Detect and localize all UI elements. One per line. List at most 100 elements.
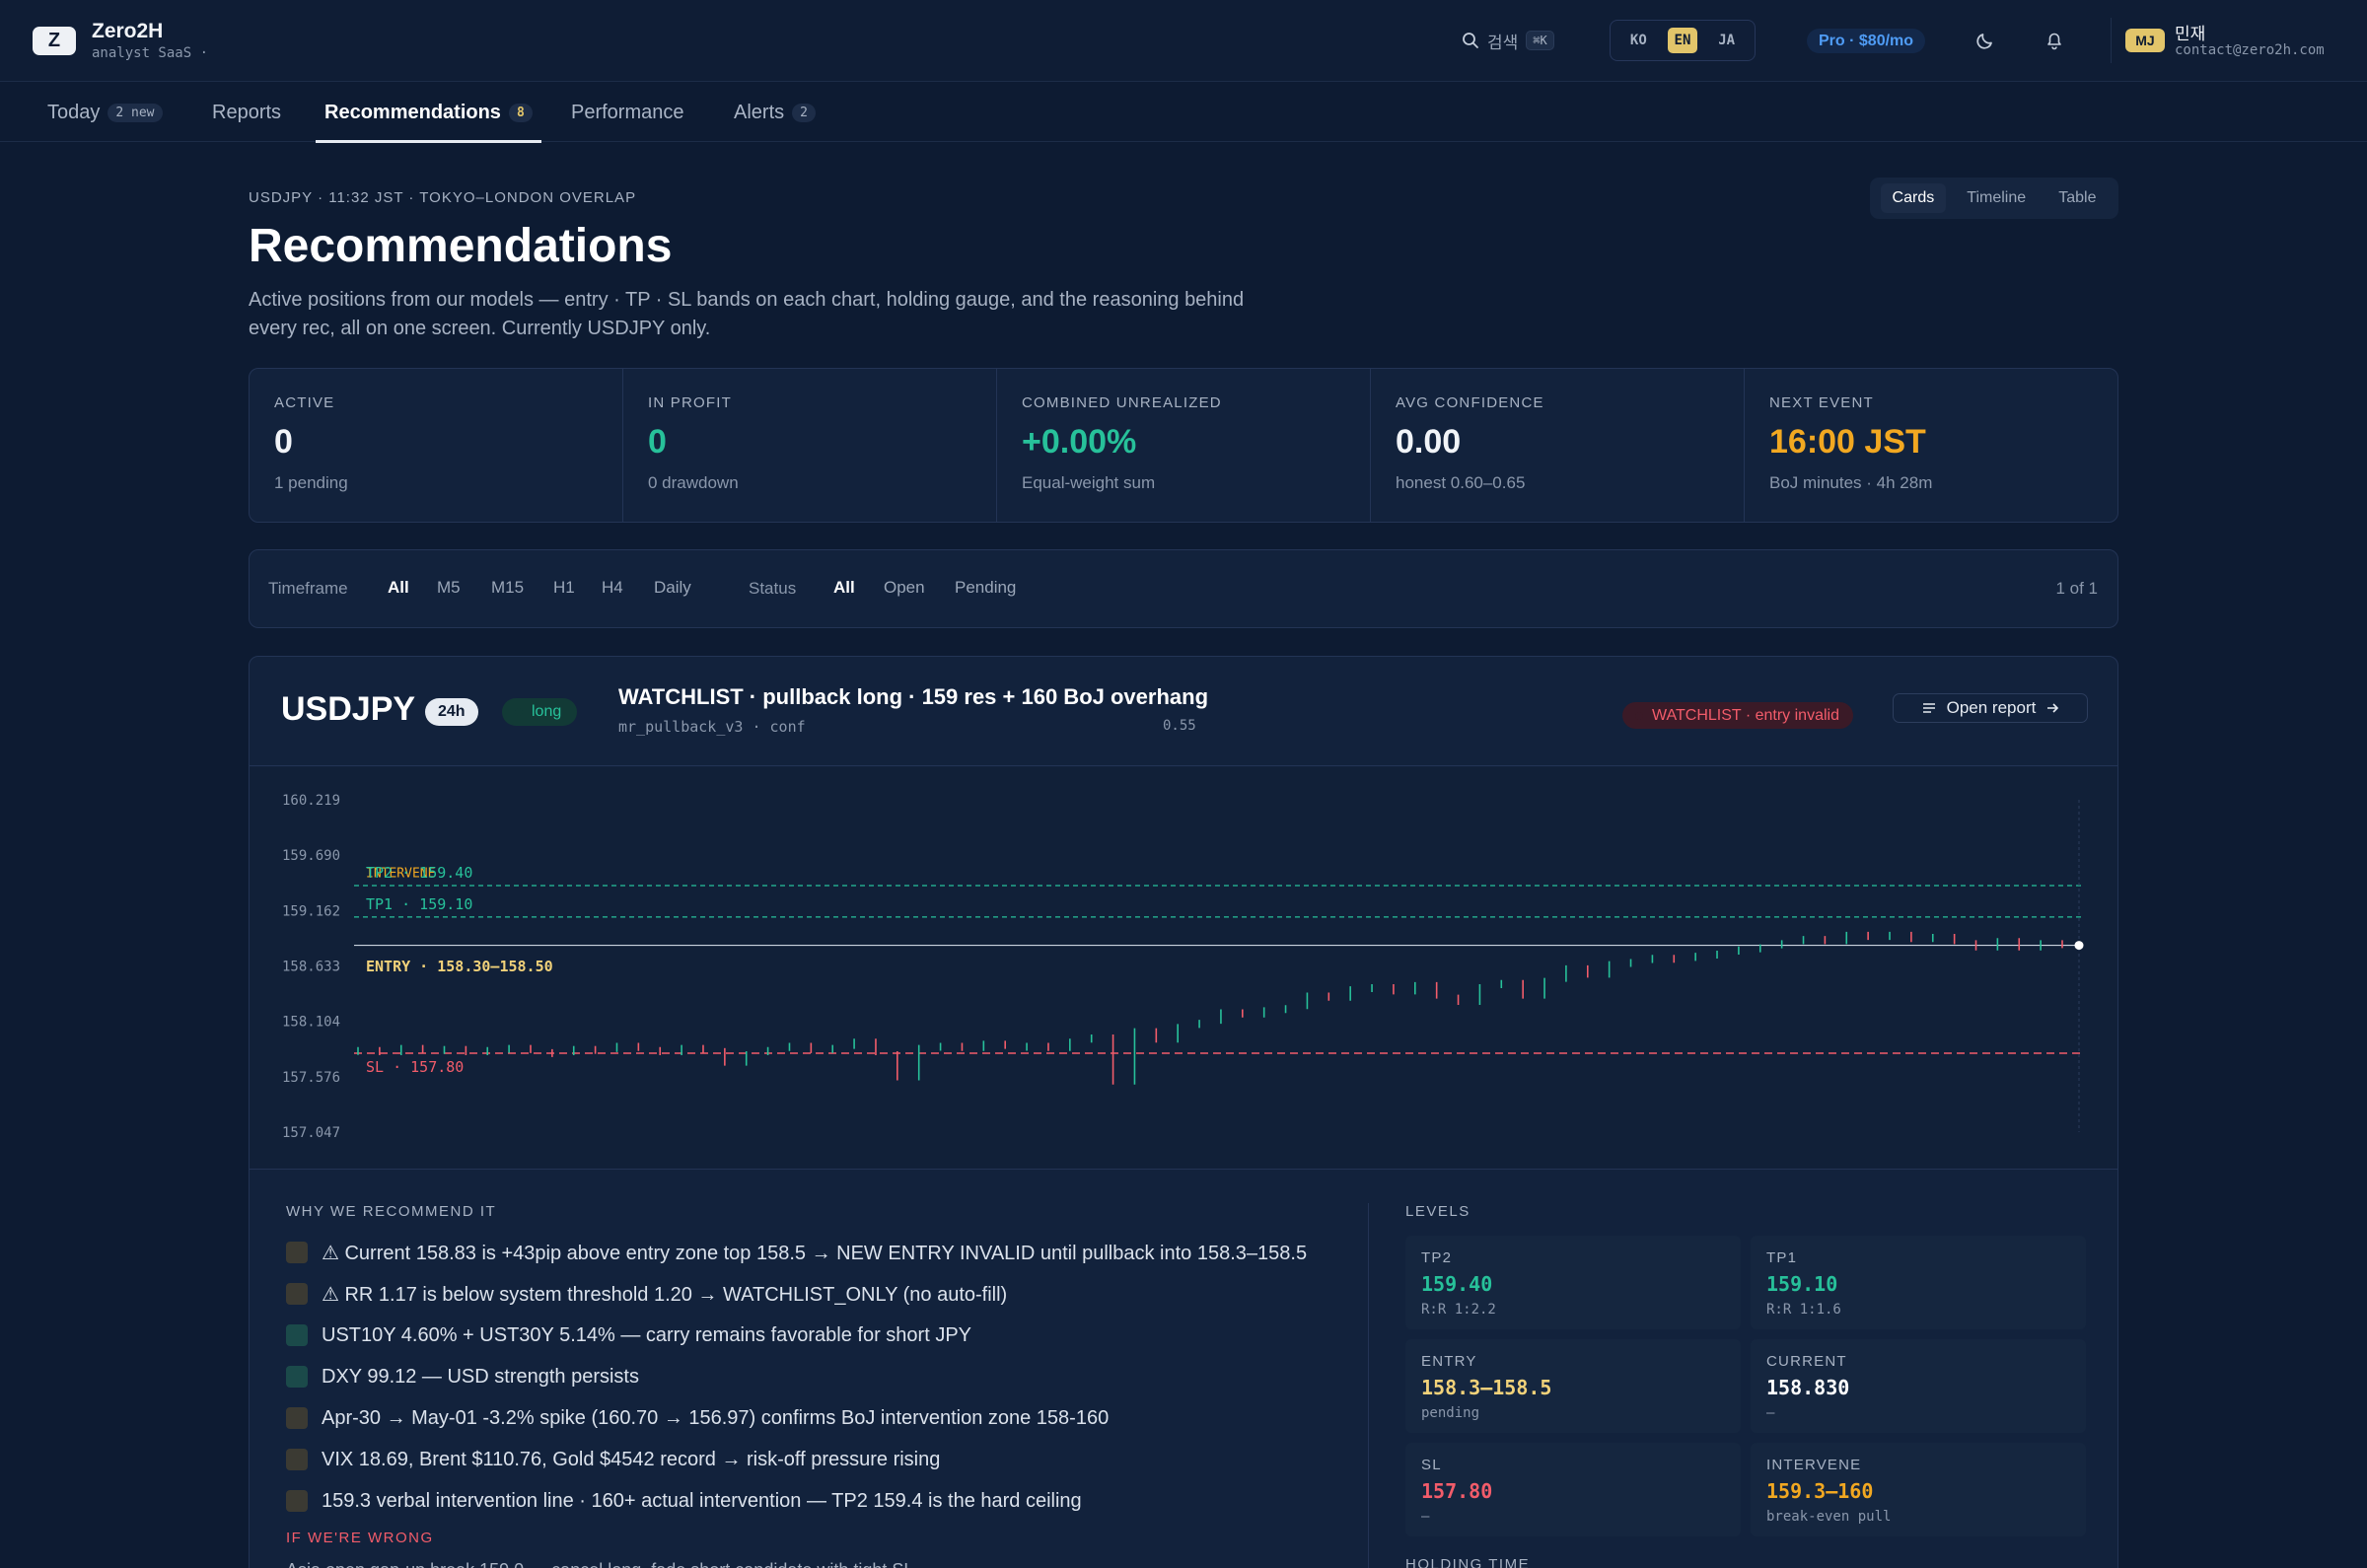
level-value: 158.3–158.5 [1421, 1376, 1552, 1399]
rec-title: WATCHLIST · pullback long · 159 res + 16… [618, 684, 1209, 709]
view-option-cards[interactable]: Cards [1880, 183, 1947, 213]
tab-performance[interactable]: Performance [571, 83, 684, 142]
level-line-label: ENTRY · 158.30–158.50 [366, 958, 553, 975]
reason-marker-icon [286, 1324, 308, 1346]
stat-value: +0.00% [1022, 423, 1137, 461]
language-option-ja[interactable]: JA [1711, 28, 1742, 53]
reason-item: 159.3 verbal intervention line · 160+ ac… [286, 1480, 1331, 1522]
y-tick-label: 159.690 [282, 848, 340, 864]
tab-today[interactable]: Today 2 new [47, 83, 163, 142]
arrow-right-icon [2047, 703, 2059, 713]
brand-name: Zero2H [92, 20, 164, 42]
if-wrong-label: IF WE'RE WRONG [286, 1530, 434, 1546]
y-tick-label: 158.104 [282, 1015, 340, 1031]
user-name: 민재 [2175, 25, 2206, 43]
y-tick-label: 157.047 [282, 1125, 340, 1141]
level-label: ENTRY [1421, 1353, 1477, 1370]
stat-value: 0 [648, 423, 667, 461]
reason-item: VIX 18.69, Brent $110.76, Gold $4542 rec… [286, 1439, 1331, 1480]
tab-badge: 2 new [108, 103, 163, 122]
reason-item: UST10Y 4.60% + UST30Y 5.14% — carry rema… [286, 1315, 1331, 1356]
view-option-timeline[interactable]: Timeline [1955, 183, 2038, 213]
level-current: CURRENT 158.830 — [1751, 1339, 2086, 1433]
stat-label: IN PROFIT [648, 394, 732, 411]
level-entry: ENTRY 158.3–158.5 pending [1405, 1339, 1741, 1433]
page-eyebrow: USDJPY · 11:32 JST · TOKYO–LONDON OVERLA… [249, 189, 637, 206]
level-sub: R:R 1:1.6 [1766, 1302, 1841, 1318]
level-value: 158.830 [1766, 1376, 1850, 1399]
level-label: TP2 [1421, 1249, 1453, 1266]
reason-text: ⚠ RR 1.17 is below system threshold 1.20… [322, 1283, 1008, 1306]
status-label: WATCHLIST · entry invalid [1652, 707, 1839, 724]
theme-toggle-button[interactable] [1971, 26, 2000, 55]
level-value: 159.3–160 [1766, 1479, 1874, 1503]
reason-text: DXY 99.12 — USD strength persists [322, 1365, 639, 1388]
stat-combined-unrealized: COMBINED UNREALIZED +0.00% Equal-weight su… [997, 369, 1371, 522]
status-badge: WATCHLIST · entry invalid [1622, 702, 1853, 729]
level-sub: — [1766, 1405, 1775, 1421]
timeframe-chip-daily[interactable]: Daily [654, 578, 691, 598]
tab-label: Alerts [734, 101, 785, 123]
view-option-table[interactable]: Table [2046, 183, 2108, 213]
level-value: 159.40 [1421, 1272, 1493, 1296]
status-label: Status [749, 579, 797, 598]
tab-alerts[interactable]: Alerts 2 [734, 83, 816, 142]
if-wrong-text: Asia open gap-up break 159.0 → cancel lo… [286, 1560, 1331, 1568]
recommendation-card: USDJPY 24h long WATCHLIST · pullback lon… [249, 656, 2118, 1568]
language-switcher: KO EN JA [1610, 20, 1756, 61]
stats-bar: ACTIVE 0 1 pending IN PROFIT 0 0 drawdown COMB… [249, 368, 2118, 523]
tab-label: Reports [212, 101, 282, 123]
list-icon [1922, 703, 1935, 713]
stat-sub: honest 0.60–0.65 [1396, 473, 1526, 492]
level-value: 157.80 [1421, 1479, 1493, 1503]
timeframe-chip-all[interactable]: All [388, 578, 409, 598]
bell-icon [2047, 33, 2061, 50]
y-tick-label: 160.219 [282, 793, 340, 809]
user-menu[interactable]: MJ 민재 contact@zero2h.com [2111, 18, 2367, 63]
timeframe-chip-m15[interactable]: M15 [491, 578, 524, 598]
page-count: 1 of 1 [2055, 579, 2098, 598]
reason-marker-icon [286, 1449, 308, 1470]
price-chart[interactable]: 160.219 159.690 159.162 158.633 158.104 157.5… [250, 767, 2117, 1170]
filter-bar: Timeframe Status 1 of 1 All M5 M15 H1 H4 Dail… [249, 549, 2118, 628]
brand-subtitle: analyst SaaS · [92, 45, 209, 61]
language-option-en[interactable]: EN [1667, 28, 1698, 53]
status-chip-pending[interactable]: Pending [955, 578, 1016, 598]
language-option-ko[interactable]: KO [1623, 28, 1654, 53]
price-chart-svg: 160.219 159.690 159.162 158.633 158.104 157.5… [282, 793, 2084, 1141]
stat-avg-confidence: AVG CONFIDENCE 0.00 honest 0.60–0.65 [1371, 369, 1745, 522]
notifications-button[interactable] [2040, 26, 2069, 55]
top-bar: Z Zero2H analyst SaaS · 검색 ⌘K KO EN JA Pro… [0, 0, 2367, 82]
status-dot-icon [1635, 712, 1643, 720]
level-label: SL [1421, 1457, 1442, 1473]
open-report-button[interactable]: Open report [1893, 693, 2088, 723]
level-sub: — [1421, 1509, 1430, 1525]
tab-reports[interactable]: Reports [212, 83, 281, 142]
stat-in-profit: IN PROFIT 0 0 drawdown [623, 369, 997, 522]
y-tick-label: 158.633 [282, 960, 340, 975]
stat-active: ACTIVE 0 1 pending [250, 369, 623, 522]
search-button[interactable]: 검색 ⌘K [1462, 26, 1554, 55]
tab-recommendations[interactable]: Recommendations 8 [316, 83, 541, 143]
reasons-section: WHY WE RECOMMEND IT ⚠ Current 158.83 is … [286, 1203, 1331, 1568]
page-description: Active positions from our models — entry… [249, 289, 1245, 339]
level-label: TP1 [1766, 1249, 1798, 1266]
logo[interactable]: Z [33, 27, 76, 55]
level-tp1: TP1 159.10 R:R 1:1.6 [1751, 1236, 2086, 1329]
timeframe-chip-h4[interactable]: H4 [602, 578, 623, 598]
view-toggle: Cards Timeline Table [1870, 178, 2118, 219]
stat-value: 0 [274, 423, 293, 461]
status-chip-all[interactable]: All [833, 578, 855, 598]
level-label: CURRENT [1766, 1353, 1847, 1370]
timeframe-chip-h1[interactable]: H1 [553, 578, 575, 598]
moon-icon [1976, 34, 1992, 49]
y-tick-label: 159.162 [282, 903, 340, 919]
symbol: USDJPY [281, 690, 416, 728]
plan-badge[interactable]: Pro · $80/mo [1807, 29, 1926, 53]
reason-text: 159.3 verbal intervention line · 160+ ac… [322, 1489, 1082, 1512]
stat-sub: 0 drawdown [648, 473, 739, 492]
card-header: USDJPY 24h long WATCHLIST · pullback lon… [250, 657, 2117, 766]
status-chip-open[interactable]: Open [884, 578, 925, 598]
timeframe-chip-m5[interactable]: M5 [437, 578, 461, 598]
level-line-label: TP2 · 159.40 [366, 864, 472, 882]
